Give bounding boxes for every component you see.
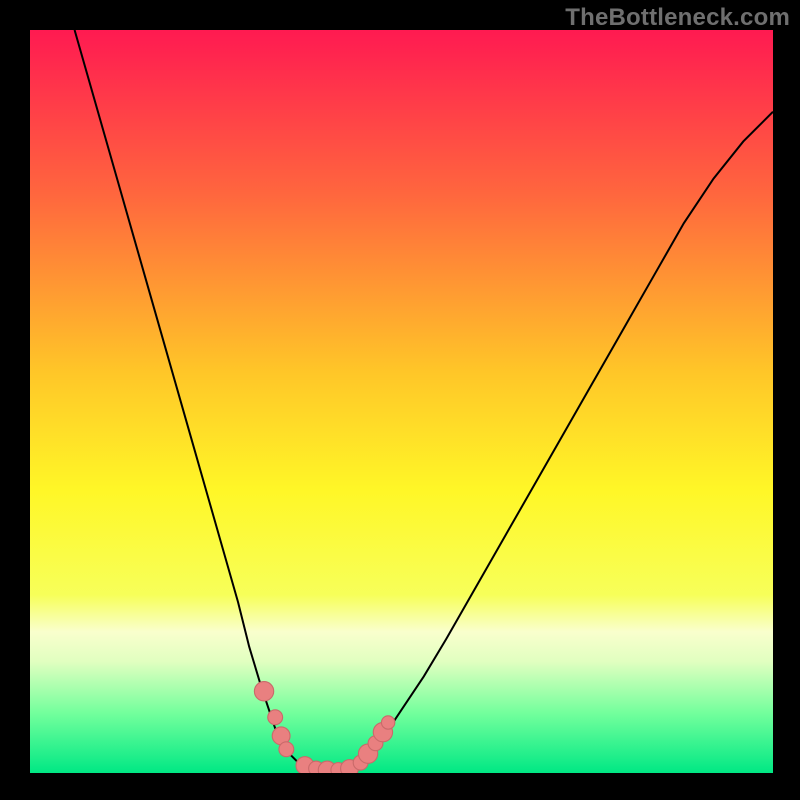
data-marker (381, 716, 394, 729)
series-left-branch (75, 30, 305, 766)
data-marker (254, 682, 273, 701)
plot-area (30, 30, 773, 773)
outer-black-frame: TheBottleneck.com (0, 0, 800, 800)
data-marker (279, 742, 294, 757)
series-right-branch (357, 112, 773, 764)
watermark-text: TheBottleneck.com (565, 4, 790, 32)
chart-svg (30, 30, 773, 773)
data-marker (268, 710, 283, 725)
